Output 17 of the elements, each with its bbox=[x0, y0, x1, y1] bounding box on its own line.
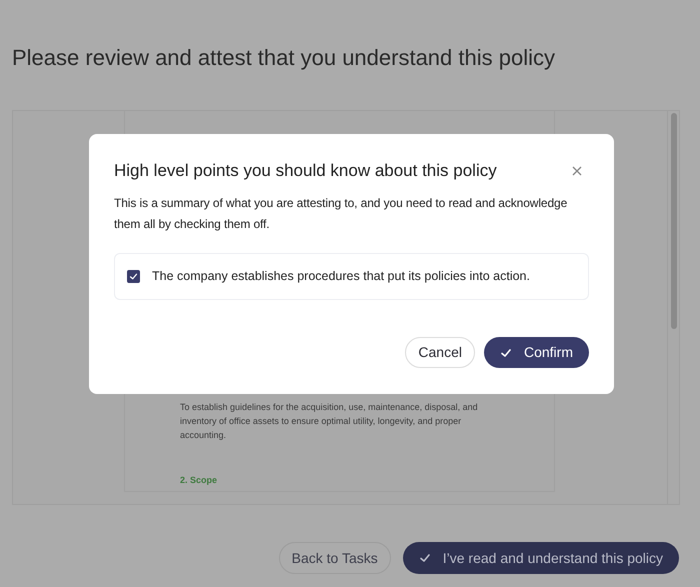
dialog-title: High level points you should know about this policy bbox=[114, 160, 497, 182]
close-icon bbox=[572, 166, 582, 176]
section-heading: 2. Scope bbox=[180, 474, 218, 487]
item-text: The company establishes procedures that put its policies into action. bbox=[152, 268, 530, 286]
scrollbar-thumb[interactable] bbox=[670, 113, 676, 329]
document-paragraph: To establish guidelines for the acquisition, use, maintenance, disposal, and inventory of office assets to ensure optimal utility, longevity, and proper accounting. bbox=[180, 400, 479, 442]
cancel-button[interactable]: Cancel bbox=[405, 337, 475, 368]
confirm-button[interactable]: Confirm bbox=[484, 337, 589, 368]
page-title: Please review and attest that you understand this policy bbox=[12, 44, 556, 72]
checkbox[interactable] bbox=[127, 270, 140, 283]
attest-button[interactable]: I’ve read and understand this policy bbox=[402, 542, 679, 574]
dialog-description: This is a summary of what you are attesting to, and you need to read and acknowledge them all by checking them off. bbox=[114, 195, 568, 233]
checkmark-icon bbox=[129, 272, 138, 281]
check-icon bbox=[418, 552, 431, 564]
attestation-item[interactable]: The company establishes procedures that put its policies into action. bbox=[114, 253, 589, 300]
back-button[interactable]: Back to Tasks bbox=[278, 542, 391, 574]
check-icon bbox=[500, 346, 512, 358]
